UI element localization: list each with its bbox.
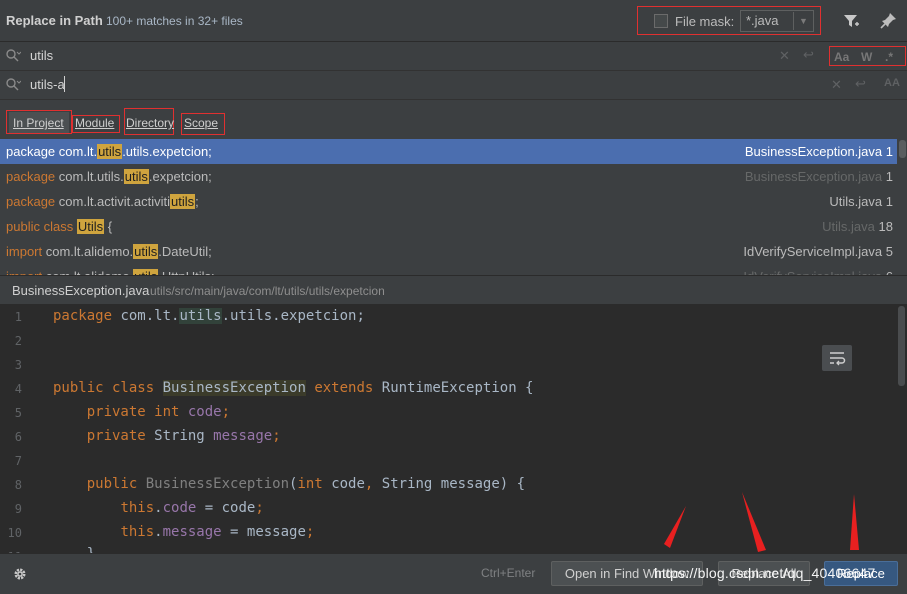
filter-icon[interactable] (842, 12, 860, 30)
line-number: 1 (14, 310, 22, 324)
chevron-down-icon[interactable]: ▼ (793, 12, 813, 30)
newline-icon[interactable]: ↩ (803, 47, 814, 63)
replace-row (0, 71, 907, 100)
result-code: public class Utils { (6, 219, 113, 234)
preview-file-path: utils/src/main/java/com/lt/utils/utils/e… (150, 284, 385, 298)
file-mask-checkbox[interactable] (654, 14, 668, 28)
line-number: 4 (14, 382, 22, 396)
match-highlight: utils (170, 194, 196, 209)
code-line: private int code; (86, 404, 231, 420)
match-highlight: utils (133, 244, 159, 259)
line-number: 7 (14, 454, 22, 468)
result-row[interactable]: import com.lt.alidemo.utils.HttpUtils; Id… (0, 264, 897, 275)
code-line: this.message = message; (120, 524, 315, 540)
text-caret (64, 76, 65, 92)
regex-option[interactable]: .* (885, 50, 893, 64)
find-input[interactable]: utils (30, 48, 53, 63)
result-code: package com.lt.utils.utils.expetcion; (6, 169, 212, 184)
match-case-option[interactable]: Aa (834, 50, 849, 64)
result-row[interactable]: import com.lt.alidemo.utils.DateUtil; IdV… (0, 239, 897, 264)
replace-input[interactable]: utils-a (30, 77, 65, 92)
pin-icon[interactable] (880, 11, 898, 29)
result-row[interactable]: package com.lt.utils.utils.expetcion; Bus… (0, 139, 897, 164)
match-highlight: utils (123, 169, 149, 184)
gear-icon[interactable] (12, 566, 28, 582)
dialog-title: Replace in Path (6, 13, 103, 28)
arrow-annotation (742, 492, 766, 552)
code-line: public class BusinessException extends R… (53, 380, 534, 396)
code-line: private String message; (86, 428, 281, 444)
result-code: package com.lt.utils.utils.expetcion; (6, 144, 212, 159)
tab-directory[interactable]: Directory (126, 116, 174, 130)
results-scrollbar-thumb[interactable] (899, 140, 906, 158)
result-code: import com.lt.alidemo.utils.DateUtil; (6, 244, 212, 259)
result-file: IdVerifyServiceImpl.java 5 (743, 244, 893, 259)
result-file: BusinessException.java 1 (744, 169, 893, 184)
newline-icon[interactable]: ↩ (855, 76, 866, 92)
result-code: package com.lt.activit.activitiutils; (6, 194, 199, 209)
preview-file-name: BusinessException.java (12, 283, 150, 298)
result-row[interactable]: package com.lt.utils.utils.expetcion; Bus… (0, 164, 897, 189)
code-line: public BusinessException(int code, Strin… (86, 476, 526, 492)
code-line: this.code = code; (120, 500, 264, 516)
soft-wrap-icon[interactable] (822, 345, 852, 371)
watermark: https://blog.csdn.net/qq_40406647 (654, 565, 876, 581)
result-file: Utils.java 1 (829, 194, 893, 209)
line-number: 6 (14, 430, 22, 444)
code-line: package com.lt.utils.utils.expetcion; (53, 308, 365, 324)
search-icon[interactable] (5, 48, 21, 64)
result-code: import com.lt.alidemo.utils.HttpUtils; (6, 264, 215, 275)
results-scrollbar[interactable] (898, 139, 907, 275)
whole-words-option[interactable]: W (861, 50, 872, 64)
result-file: IdVerifyServiceImpl.java 6 (743, 264, 893, 275)
search-icon[interactable] (5, 77, 21, 93)
clear-icon[interactable]: ✕ (779, 48, 790, 64)
results-list[interactable]: package com.lt.utils.utils.expetcion; Bus… (0, 139, 897, 275)
line-number: 9 (14, 502, 22, 516)
line-number: 5 (14, 406, 22, 420)
result-row[interactable]: package com.lt.activit.activitiutils; Uti… (0, 189, 897, 214)
arrow-annotation (664, 506, 686, 548)
result-file: Utils.java 18 (822, 219, 893, 234)
find-row (0, 42, 907, 71)
arrow-annotation (850, 494, 859, 550)
annotation-arrows (664, 492, 859, 552)
tab-module[interactable]: Module (75, 116, 114, 130)
clear-icon[interactable]: ✕ (831, 77, 842, 93)
tab-scope[interactable]: Scope (184, 116, 218, 130)
shortcut-hint: Ctrl+Enter (481, 566, 536, 580)
result-row[interactable]: public class Utils { Utils.java 18 (0, 214, 897, 239)
line-number: 10 (7, 526, 22, 540)
result-file: BusinessException.java 1 (744, 144, 893, 159)
preserve-case-icon[interactable]: AA (884, 77, 900, 89)
file-mask-label: File mask: (675, 14, 735, 29)
match-highlight: Utils (76, 219, 105, 234)
line-number: 8 (14, 478, 22, 492)
line-number: 2 (14, 334, 22, 348)
tab-in-project[interactable]: In Project (13, 116, 64, 130)
match-count: 100+ matches in 32+ files (106, 14, 243, 28)
line-number: 3 (14, 358, 22, 372)
file-mask-value: *.java (746, 13, 779, 28)
editor-scrollbar-thumb[interactable] (898, 306, 905, 386)
match-highlight: utils (97, 144, 123, 159)
